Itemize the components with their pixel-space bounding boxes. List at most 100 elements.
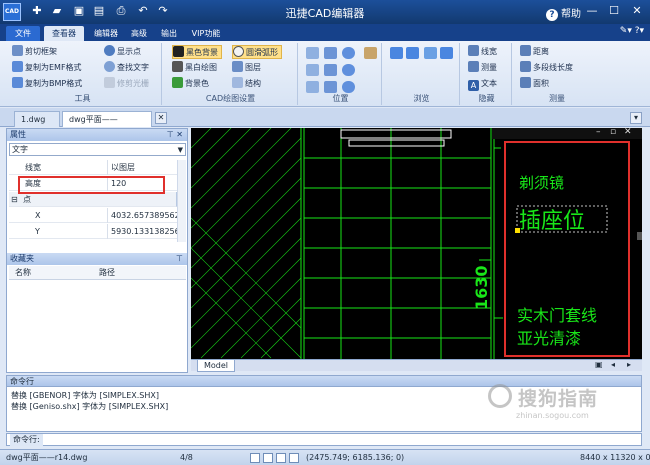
ribbon-group-measure: 距离 多段线长度 面积 测量 (514, 43, 600, 105)
property-value: 4032.657389562 (107, 208, 177, 223)
ribbon-group-tools-label: 工具 (74, 94, 91, 103)
hatch-line (191, 128, 272, 209)
zoom-out-icon[interactable] (342, 64, 355, 76)
tab-vip[interactable]: VIP功能 (186, 26, 226, 41)
doc-tab-1[interactable]: 1.dwg (14, 111, 60, 127)
black-background-icon (173, 46, 184, 57)
area-icon (520, 77, 531, 88)
grid-icon[interactable] (263, 453, 273, 463)
show-points-label: 显示点 (117, 47, 141, 56)
ribbon-options-icon[interactable]: ✎▾ ?▾ (620, 26, 644, 36)
scroll-left-icon[interactable]: ◂ (611, 360, 615, 369)
line-width-button[interactable]: 线宽 (468, 45, 497, 59)
bw-drawing-button[interactable]: 黑白绘图 (172, 61, 217, 75)
polyline-length-button[interactable]: 多段线长度 (520, 61, 573, 75)
refresh-icon[interactable] (440, 47, 453, 59)
column-name[interactable]: 名称 (15, 266, 31, 280)
layout-menu-icon[interactable]: ▣ (595, 360, 603, 369)
property-key: Y (35, 227, 40, 236)
page-icon[interactable] (424, 47, 437, 59)
drawing-canvas[interactable]: 剃须镜 插座位 1630 实木门套线 亚光清漆 (191, 128, 642, 359)
tab-advanced[interactable]: 高级 (126, 26, 152, 41)
trim-raster-button[interactable]: 修剪光栅 (104, 77, 149, 91)
zoom-icon[interactable] (342, 47, 355, 59)
column-path[interactable]: 路径 (99, 266, 115, 280)
maximize-icon[interactable]: ☐ (606, 3, 622, 19)
find-text-button[interactable]: 查找文字 (104, 61, 149, 75)
doc-tab-2[interactable]: dwg平面——r14.dwg (62, 111, 152, 139)
favorites-columns: 名称 路径 (9, 266, 186, 280)
copy-bmp-button[interactable]: 复制为BMP格式 (12, 77, 82, 91)
ortho-icon[interactable] (276, 453, 286, 463)
layers-icon (232, 61, 243, 72)
tab-file[interactable]: 文件 (6, 26, 40, 41)
property-row[interactable]: 线宽 以图层 (9, 160, 177, 175)
trim-raster-icon (104, 77, 115, 88)
bw-drawing-label: 黑白绘图 (185, 63, 217, 72)
canvas-close-icon[interactable]: ✕ (624, 127, 632, 137)
copy-emf-button[interactable]: 复制为EMF格式 (12, 61, 82, 75)
bw-drawing-icon (172, 61, 183, 72)
arrow-right-icon[interactable] (406, 47, 419, 59)
command-prompt-label: 命令行: (10, 434, 43, 446)
show-points-button[interactable]: 显示点 (104, 45, 141, 59)
property-key: 线宽 (25, 163, 41, 172)
command-input[interactable]: 命令行: (6, 433, 642, 446)
help-button[interactable]: ? 帮助 (546, 5, 581, 21)
view-next-icon[interactable] (324, 64, 337, 76)
tab-model[interactable]: Model (197, 360, 236, 372)
zoom-window-icon[interactable] (324, 47, 337, 59)
property-row[interactable]: Y 5930.133138256 (9, 224, 177, 239)
hatch-line (191, 128, 232, 169)
property-group-point[interactable]: ⊟ 点 (9, 192, 177, 207)
collapse-icon[interactable]: ⊟ (11, 192, 18, 207)
pin-icon[interactable]: ⊤ ✕ (167, 129, 183, 141)
smooth-arc-button[interactable]: 圆滑弧形 (232, 45, 282, 59)
copy-emf-label: 复制为EMF格式 (25, 63, 82, 72)
fit-to-window-icon[interactable] (306, 47, 319, 59)
highlight-box (18, 176, 165, 194)
ribbon-group-position-label: 位置 (332, 94, 349, 103)
measure-toggle-button[interactable]: 测量 (468, 61, 497, 75)
minimize-icon[interactable]: — (584, 3, 600, 19)
ribbon-group-hide-label: 隐藏 (478, 94, 495, 103)
background-color-button[interactable]: 背景色 (172, 77, 209, 91)
pin-icon[interactable]: ⊤ (176, 253, 183, 265)
property-key: 点 (23, 195, 31, 204)
arrow-left-icon[interactable] (390, 47, 403, 59)
snap-icon[interactable] (250, 453, 260, 463)
canvas-minimize-icon[interactable]: – (596, 127, 601, 137)
close-icon[interactable]: ✕ (629, 3, 645, 19)
close-tab-icon[interactable]: ✕ (155, 112, 167, 124)
area-button[interactable]: 面积 (520, 77, 549, 91)
object-type-select[interactable]: 文字 ▼ (9, 143, 186, 156)
text-toggle-button[interactable]: A 文本 (468, 77, 497, 91)
distance-button[interactable]: 距离 (520, 45, 549, 59)
tab-output[interactable]: 输出 (156, 26, 182, 41)
properties-header: 属性 ⊤ ✕ (7, 129, 187, 141)
cut-frame-button[interactable]: 剪切框架 (12, 45, 57, 59)
document-tabs: 1.dwg dwg平面——r14.dwg ✕ ▾ (0, 108, 650, 139)
structure-button[interactable]: 结构 (232, 77, 261, 91)
tab-list-icon[interactable]: ▾ (630, 112, 642, 124)
layers-button[interactable]: 图层 (232, 61, 261, 75)
tab-viewer[interactable]: 查看器 (44, 26, 84, 41)
scroll-right-icon[interactable]: ▸ (627, 360, 631, 369)
rotate-icon[interactable] (306, 81, 319, 93)
help-label: 帮助 (561, 9, 581, 20)
hatch-line (191, 277, 272, 359)
ribbon-group-browse-label: 浏览 (413, 94, 430, 103)
menu-tabs: 文件 查看器 编辑器 高级 输出 VIP功能 ✎▾ ?▾ (0, 24, 650, 41)
ribbon-group-cad-settings: 黑色背景 黑白绘图 背景色 圆滑弧形 图层 结构 CAD绘图设置 (164, 43, 298, 105)
pan-hand-icon[interactable] (364, 47, 377, 59)
tab-editor[interactable]: 编辑器 (88, 26, 124, 41)
osnap-icon[interactable] (289, 453, 299, 463)
horizontal-scrollbar[interactable]: Model ▣ ◂ ▸ (191, 359, 642, 372)
black-background-button[interactable]: 黑色背景 (172, 45, 222, 59)
canvas-restore-icon[interactable]: ▫ (610, 127, 616, 137)
property-row[interactable]: X 4032.657389562 (9, 208, 177, 223)
view-3d-icon[interactable] (324, 81, 337, 93)
view-prev-icon[interactable] (306, 64, 319, 76)
orbit-icon[interactable] (342, 81, 355, 93)
properties-scrollbar[interactable] (177, 160, 186, 242)
